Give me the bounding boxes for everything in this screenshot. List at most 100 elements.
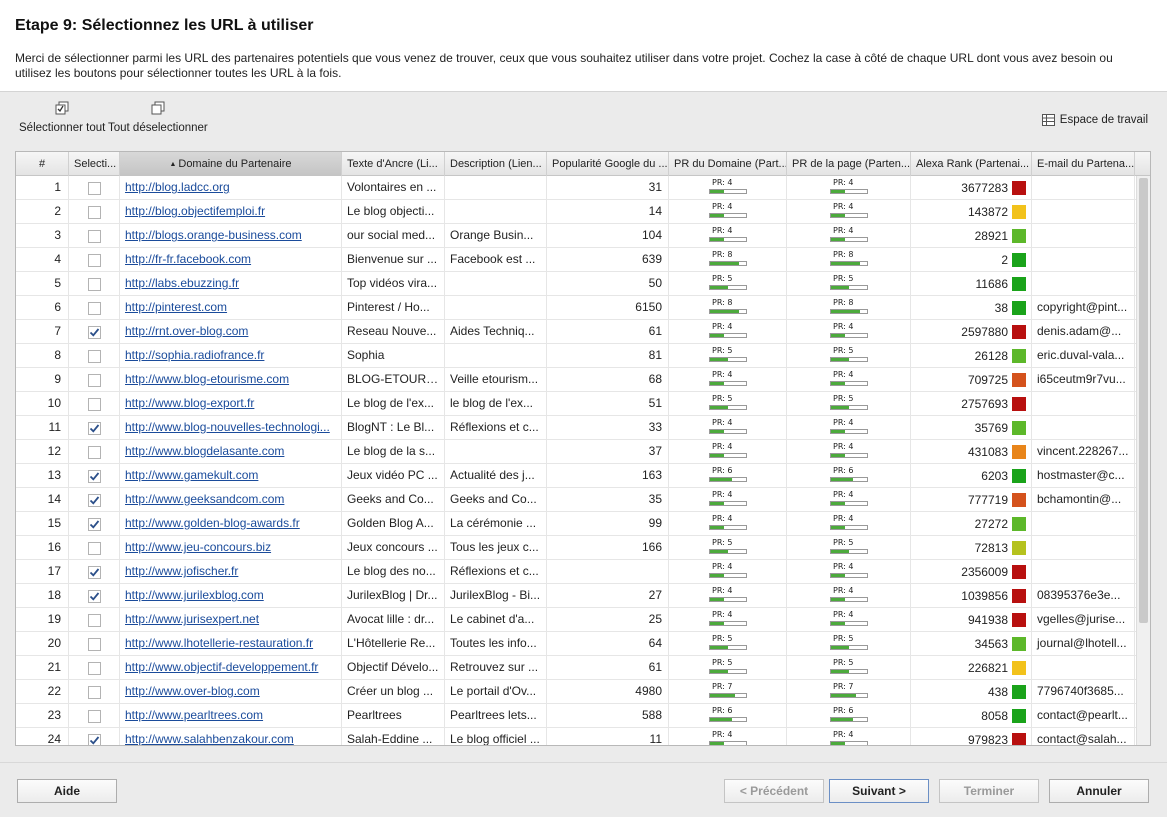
domain-link[interactable]: http://www.over-blog.com [125,684,260,698]
domain-link[interactable]: http://www.golden-blog-awards.fr [125,516,300,530]
row-checkbox[interactable] [87,661,101,675]
row-checkbox[interactable] [87,517,101,531]
col-header-domain[interactable]: ▲ Domaine du Partenaire [120,152,342,176]
scrollbar-thumb[interactable] [1139,178,1148,623]
col-header-alexa[interactable]: Alexa Rank (Partenai... [911,152,1032,176]
table-row[interactable]: 7 http://rnt.over-blog.com Reseau Nouve...… [16,320,1138,344]
row-checkbox[interactable] [87,277,101,291]
table-row[interactable]: 6 http://pinterest.com Pinterest / Ho... 61… [16,296,1138,320]
row-checkbox[interactable] [87,637,101,651]
table-row[interactable]: 18 http://www.jurilexblog.com JurilexBlog … [16,584,1138,608]
domain-link[interactable]: http://blogs.orange-business.com [125,228,302,242]
table-row[interactable]: 24 http://www.salahbenzakour.com Salah-Edd… [16,728,1138,745]
table-row[interactable]: 13 http://www.gamekult.com Jeux vidéo PC .… [16,464,1138,488]
table-row[interactable]: 4 http://fr-fr.facebook.com Bienvenue sur … [16,248,1138,272]
partner-email [1032,392,1135,416]
table-row[interactable]: 15 http://www.golden-blog-awards.fr Golden… [16,512,1138,536]
domain-link[interactable]: http://www.jeu-concours.biz [125,540,271,554]
domain-link[interactable]: http://www.gamekult.com [125,468,258,482]
row-checkbox[interactable] [87,349,101,363]
table-row[interactable]: 8 http://sophia.radiofrance.fr Sophia 81 PR:… [16,344,1138,368]
cancel-button[interactable]: Annuler [1049,779,1149,803]
row-checkbox[interactable] [87,445,101,459]
pagerank-bar [830,741,868,745]
row-checkbox[interactable] [87,325,101,339]
table-row[interactable]: 10 http://www.blog-export.fr Le blog de l'… [16,392,1138,416]
row-checkbox[interactable] [87,469,101,483]
table-row[interactable]: 23 http://www.pearltrees.com Pearltrees Pea… [16,704,1138,728]
deselect-all-button[interactable]: Tout déselectionner [108,101,208,141]
col-header-email[interactable]: E-mail du Partena... [1032,152,1135,176]
alexa-rank-value: 6203 [981,468,1008,483]
domain-link[interactable]: http://sophia.radiofrance.fr [125,348,264,362]
domain-link[interactable]: http://www.salahbenzakour.com [125,732,294,745]
table-row[interactable]: 14 http://www.geeksandcom.com Geeks and Co… [16,488,1138,512]
row-checkbox[interactable] [87,613,101,627]
help-button[interactable]: Aide [17,779,117,803]
alexa-rank-value: 35769 [974,420,1008,435]
domain-link[interactable]: http://www.geeksandcom.com [125,492,284,506]
table-row[interactable]: 19 http://www.jurisexpert.net Avocat lille… [16,608,1138,632]
domain-link[interactable]: http://www.jurilexblog.com [125,588,264,602]
domain-link[interactable]: http://www.blog-export.fr [125,396,254,410]
domain-link[interactable]: http://rnt.over-blog.com [125,324,248,338]
google-popularity: 4980 [547,680,669,704]
row-checkbox[interactable] [87,709,101,723]
row-checkbox[interactable] [87,253,101,267]
table-row[interactable]: 12 http://www.blogdelasante.com Le blog de… [16,440,1138,464]
domain-link[interactable]: http://www.jofischer.fr [125,564,238,578]
row-checkbox[interactable] [87,229,101,243]
domain-link[interactable]: http://www.jurisexpert.net [125,612,259,626]
row-checkbox[interactable] [87,541,101,555]
workspace-button[interactable]: Espace de travail [1041,114,1148,126]
anchor-text: Reseau Nouve... [342,320,445,344]
row-checkbox[interactable] [87,421,101,435]
row-checkbox[interactable] [87,685,101,699]
table-row[interactable]: 5 http://labs.ebuzzing.fr Top vidéos vira.… [16,272,1138,296]
row-checkbox[interactable] [87,205,101,219]
select-all-button[interactable]: Sélectionner tout [19,101,105,141]
domain-link[interactable]: http://www.lhotellerie-restauration.fr [125,636,313,650]
col-header-anchor[interactable]: Texte d'Ancre (Li... [342,152,445,176]
col-header-select[interactable]: Selecti... [69,152,120,176]
domain-link[interactable]: http://www.objectif-developpement.fr [125,660,318,674]
next-button[interactable]: Suivant > [829,779,929,803]
table-row[interactable]: 2 http://blog.objectifemploi.fr Le blog ob… [16,200,1138,224]
row-checkbox[interactable] [87,301,101,315]
row-checkbox[interactable] [87,397,101,411]
row-checkbox[interactable] [87,373,101,387]
pagerank-label: PR: 5 [833,394,854,403]
domain-link[interactable]: http://blog.objectifemploi.fr [125,204,265,218]
domain-link[interactable]: http://www.blog-etourisme.com [125,372,289,386]
row-checkbox[interactable] [87,733,101,745]
table-row[interactable]: 16 http://www.jeu-concours.biz Jeux concou… [16,536,1138,560]
col-header-domain-pr[interactable]: PR du Domaine (Part... [669,152,787,176]
previous-button[interactable]: < Précédent [724,779,824,803]
table-row[interactable]: 3 http://blogs.orange-business.com our soc… [16,224,1138,248]
table-row[interactable]: 21 http://www.objectif-developpement.fr Ob… [16,656,1138,680]
row-checkbox[interactable] [87,493,101,507]
table-row[interactable]: 17 http://www.jofischer.fr Le blog des no.… [16,560,1138,584]
domain-link[interactable]: http://www.pearltrees.com [125,708,263,722]
domain-link[interactable]: http://www.blog-nouvelles-technologi... [125,420,330,434]
domain-link[interactable]: http://www.blogdelasante.com [125,444,284,458]
table-row[interactable]: 9 http://www.blog-etourisme.com BLOG-ETOUR… [16,368,1138,392]
domain-link[interactable]: http://blog.ladcc.org [125,180,230,194]
finish-button[interactable]: Terminer [939,779,1039,803]
col-header-number[interactable]: # [16,152,69,176]
table-row[interactable]: 1 http://blog.ladcc.org Volontaires en ...… [16,176,1138,200]
vertical-scrollbar[interactable] [1136,176,1150,745]
table-row[interactable]: 11 http://www.blog-nouvelles-technologi..… [16,416,1138,440]
domain-link[interactable]: http://fr-fr.facebook.com [125,252,251,266]
table-row[interactable]: 20 http://www.lhotellerie-restauration.fr… [16,632,1138,656]
domain-link[interactable]: http://labs.ebuzzing.fr [125,276,239,290]
col-header-popularity[interactable]: Popularité Google du ... [547,152,669,176]
row-checkbox[interactable] [87,181,101,195]
alexa-rank-cell: 35769 [911,416,1032,440]
row-checkbox[interactable] [87,589,101,603]
col-header-page-pr[interactable]: PR de la page (Parten... [787,152,911,176]
domain-link[interactable]: http://pinterest.com [125,300,227,314]
row-checkbox[interactable] [87,565,101,579]
col-header-description[interactable]: Description (Lien... [445,152,547,176]
table-row[interactable]: 22 http://www.over-blog.com Créer un blog … [16,680,1138,704]
